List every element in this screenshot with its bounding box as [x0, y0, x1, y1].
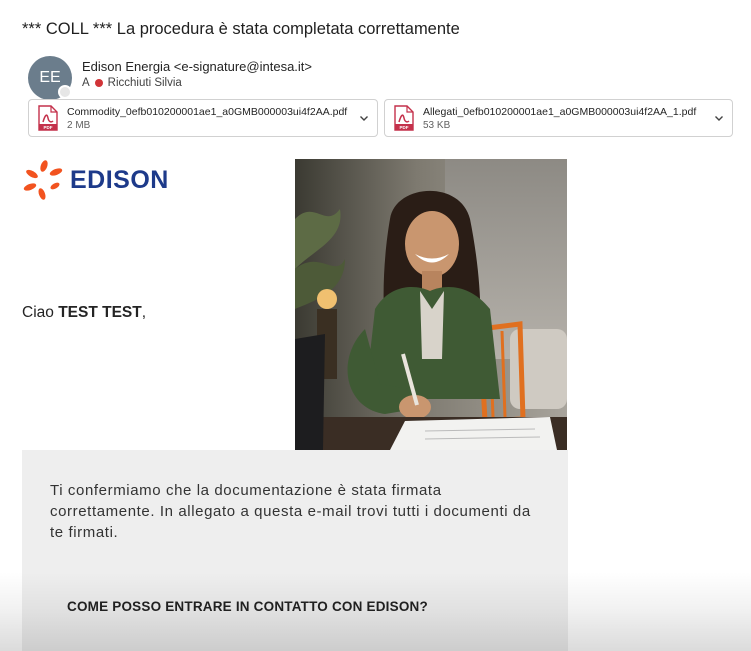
greeting-name: TEST TEST — [58, 304, 142, 321]
pdf-icon: PDF — [394, 105, 414, 131]
edison-logo-mark-icon — [23, 160, 63, 200]
attachment-size: 2 MB — [67, 119, 91, 131]
email-subject: *** COLL *** La procedura è stata comple… — [22, 20, 460, 38]
sender-block: EE Edison Energia <e-signature@intesa.it… — [28, 56, 312, 100]
chevron-down-icon[interactable] — [714, 113, 724, 123]
pdf-icon: PDF — [38, 105, 58, 131]
recipient-status-icon — [94, 79, 103, 87]
attachment-name: Allegati_0efb010200001ae1_a0GMB000003ui4… — [423, 105, 697, 118]
edison-logo-text: EDISON — [70, 165, 169, 194]
attachment-chip[interactable]: PDF Commodity_0efb010200001ae1_a0GMB0000… — [28, 99, 378, 137]
confirmation-box: Ti confermiamo che la documentazione è s… — [22, 450, 568, 651]
greeting: Ciao TEST TEST, — [22, 304, 146, 322]
recipient-name[interactable]: Ricchiuti Silvia — [108, 77, 182, 89]
presence-dot — [58, 85, 72, 99]
avatar-initials: EE — [39, 69, 61, 86]
chevron-down-icon[interactable] — [359, 113, 369, 123]
hero-photo — [295, 159, 567, 450]
attachment-list: PDF Commodity_0efb010200001ae1_a0GMB0000… — [28, 99, 733, 137]
sender-name[interactable]: Edison Energia <e-signature@intesa.it> — [82, 59, 312, 74]
woman-signing-image — [295, 159, 567, 450]
attachment-size: 53 KB — [423, 119, 451, 131]
svg-text:PDF: PDF — [44, 125, 53, 130]
greeting-prefix: Ciao — [22, 304, 59, 321]
svg-text:PDF: PDF — [400, 125, 409, 130]
greeting-suffix: , — [141, 304, 147, 321]
recipient-line: A Ricchiuti Silvia — [82, 77, 312, 89]
attachment-chip[interactable]: PDF Allegati_0efb010200001ae1_a0GMB00000… — [384, 99, 733, 137]
to-label: A — [82, 77, 90, 89]
edison-logo: EDISON — [22, 160, 169, 200]
sender-avatar[interactable]: EE — [28, 56, 72, 100]
attachment-name: Commodity_0efb010200001ae1_a0GMB000003ui… — [67, 105, 348, 118]
contact-heading: COME POSSO ENTRARE IN CONTATTO CON EDISO… — [67, 599, 428, 614]
confirmation-text: Ti confermiamo che la documentazione è s… — [50, 482, 531, 541]
